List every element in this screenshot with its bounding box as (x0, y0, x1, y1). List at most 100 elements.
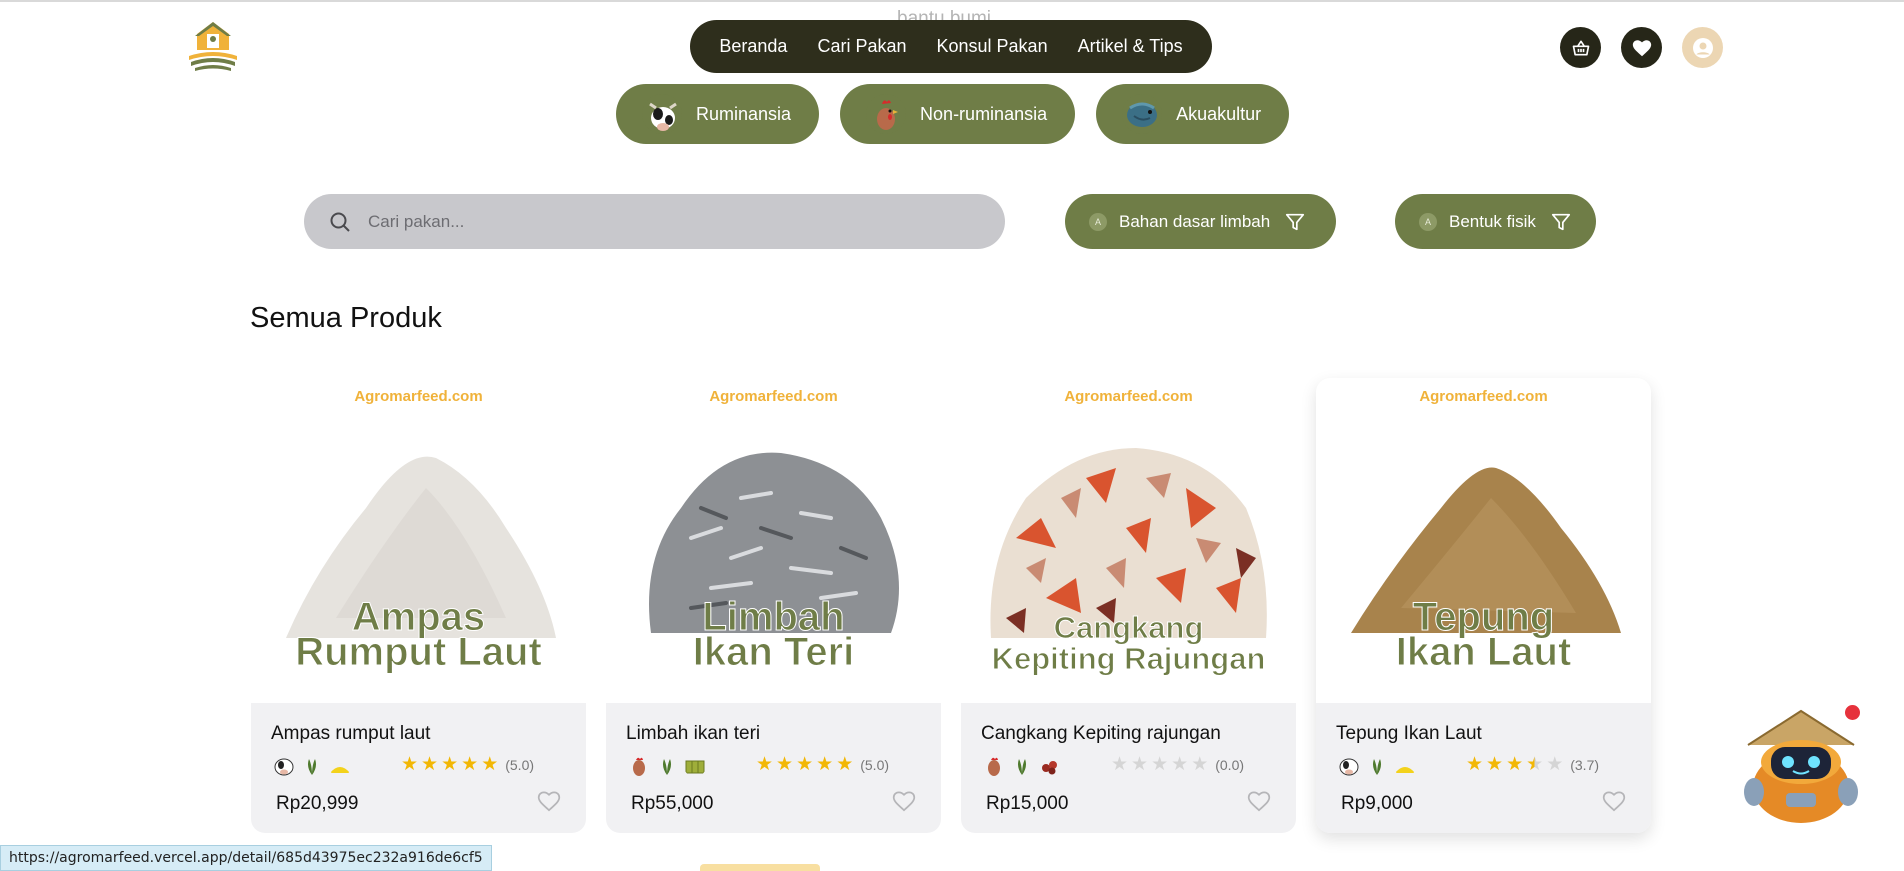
product-name: Limbah ikan teri (626, 723, 761, 744)
star-icon: ★ (421, 754, 439, 775)
nav-konsul-pakan[interactable]: Konsul Pakan (937, 36, 1048, 57)
rating-stars: ★ ★ ★ ★ ★ (5.0) (401, 755, 534, 775)
heart-icon (1632, 39, 1651, 56)
image-watermark: Agromarfeed.com (709, 388, 838, 405)
image-watermark: Agromarfeed.com (354, 388, 483, 405)
filter-bahan-dasar-limbah[interactable]: A Bahan dasar limbah (1065, 194, 1336, 249)
image-label: Ampas Rumput Laut (295, 595, 543, 674)
product-tags (273, 755, 351, 777)
product-name: Ampas rumput laut (271, 723, 431, 744)
star-icon: ★ (836, 754, 854, 775)
cart-button[interactable] (1560, 27, 1601, 68)
product-price: Rp9,000 (1341, 793, 1413, 814)
search-input[interactable] (368, 211, 968, 232)
product-info: Tepung Ikan Laut ★ ★ ★ ★ ★ (3.7) Rp9,000 (1316, 703, 1651, 833)
product-tags (628, 755, 706, 777)
section-title: Semua Produk (250, 302, 442, 334)
wishlist-button[interactable] (1621, 27, 1662, 68)
filter-label: Bentuk fisik (1449, 211, 1536, 231)
product-price: Rp20,999 (276, 793, 359, 814)
nav-artikel-tips[interactable]: Artikel & Tips (1078, 36, 1183, 57)
star-icon: ★ (1191, 754, 1209, 775)
category-label: Ruminansia (696, 103, 792, 124)
filter-badge: A (1419, 212, 1437, 231)
powder-icon (330, 767, 350, 773)
rating-stars: ★ ★ ★ ★ ★ (5.0) (756, 755, 889, 775)
user-icon (1692, 37, 1713, 58)
plant-icon (663, 759, 671, 775)
plant-icon (1018, 759, 1026, 775)
product-card[interactable]: Agromarfeed.com Cangkang Kepiting Rajung… (961, 378, 1296, 833)
product-tags (983, 755, 1061, 777)
product-name: Cangkang Kepiting rajungan (981, 723, 1221, 744)
plant-icon (1373, 759, 1381, 775)
star-icon: ★ (1131, 754, 1149, 775)
star-icon: ★ (756, 754, 774, 775)
product-info: Ampas rumput laut ★ ★ ★ ★ ★ (5.0) Rp20,9… (251, 703, 586, 833)
cow-icon (642, 94, 682, 134)
product-info: Cangkang Kepiting rajungan ★ ★ ★ ★ ★ (0.… (961, 703, 1296, 833)
nav-beranda[interactable]: Beranda (719, 36, 787, 57)
header-actions (1560, 27, 1723, 68)
main-navigation: Beranda Cari Pakan Konsul Pakan Artikel … (690, 20, 1212, 73)
product-info: Limbah ikan teri ★ ★ ★ ★ ★ (5.0) Rp55,00… (606, 703, 941, 833)
image-label: Tepung Ikan Laut (1395, 595, 1572, 674)
star-icon: ★ (776, 754, 794, 775)
heart-outline-icon[interactable] (1246, 788, 1272, 814)
category-akuakultur[interactable]: Akuakultur (1096, 84, 1290, 144)
image-label: Cangkang Kepiting Rajungan (991, 610, 1266, 676)
category-ruminansia[interactable]: Ruminansia (616, 84, 820, 144)
rating-stars: ★ ★ ★ ★ ★ (0.0) (1111, 755, 1244, 775)
search-icon (330, 212, 350, 232)
crumble-icon (1042, 761, 1057, 775)
chicken-icon (866, 94, 907, 134)
heart-outline-icon[interactable] (891, 788, 917, 814)
rating-value: (0.0) (1215, 757, 1245, 773)
top-border (0, 0, 1904, 2)
category-row: Ruminansia Non-ruminansia Akuakultur (616, 84, 1290, 144)
category-label: Akuakultur (1176, 103, 1262, 124)
heart-outline-icon[interactable] (1601, 788, 1627, 814)
star-icon: ★ (816, 754, 834, 775)
star-icon: ★ (1546, 754, 1564, 775)
rating-stars: ★ ★ ★ ★ ★ (3.7) (1466, 755, 1599, 775)
basket-icon (1572, 40, 1589, 56)
next-row-peek (700, 864, 820, 871)
powder-icon (1395, 767, 1415, 773)
product-card[interactable]: Agromarfeed.com Limbah Ikan Teri Limbah … (606, 378, 941, 833)
heart-outline-icon[interactable] (536, 788, 562, 814)
star-icon: ★ (401, 754, 419, 775)
chicken-icon (988, 757, 1000, 776)
star-icon: ★ (796, 754, 814, 775)
agromarfeed-logo[interactable] (185, 20, 241, 72)
status-bar-url: https://agromarfeed.vercel.app/detail/68… (0, 845, 492, 871)
product-name: Tepung Ikan Laut (1336, 723, 1482, 744)
star-icon: ★ (1171, 754, 1189, 775)
cow-icon (1339, 758, 1359, 776)
product-card[interactable]: Agromarfeed.com Ampas Rumput Laut Ampas … (251, 378, 586, 833)
category-non-ruminansia[interactable]: Non-ruminansia (840, 84, 1076, 144)
robot-assistant-icon[interactable] (1738, 707, 1864, 825)
rating-value: (5.0) (505, 757, 535, 773)
category-label: Non-ruminansia (920, 103, 1048, 124)
star-half-icon: ★ (1526, 754, 1544, 775)
star-icon: ★ (1111, 754, 1129, 775)
rating-value: (3.7) (1570, 757, 1600, 773)
nav-cari-pakan[interactable]: Cari Pakan (817, 36, 906, 57)
star-icon: ★ (481, 754, 499, 775)
image-watermark: Agromarfeed.com (1419, 388, 1548, 405)
star-icon: ★ (1466, 754, 1484, 775)
star-icon: ★ (441, 754, 459, 775)
funnel-icon (1286, 213, 1305, 230)
cow-icon (274, 758, 294, 776)
profile-button[interactable] (1682, 27, 1723, 68)
search-bar (304, 194, 1005, 249)
product-price: Rp15,000 (986, 793, 1069, 814)
filter-label: Bahan dasar limbah (1119, 211, 1271, 231)
product-tags (1338, 755, 1416, 777)
filter-bentuk-fisik[interactable]: A Bentuk fisik (1395, 194, 1596, 249)
notification-dot (1845, 705, 1860, 720)
product-price: Rp55,000 (631, 793, 714, 814)
product-card[interactable]: Agromarfeed.com Tepung Ikan Laut Tepung … (1316, 378, 1651, 833)
star-icon: ★ (1151, 754, 1169, 775)
